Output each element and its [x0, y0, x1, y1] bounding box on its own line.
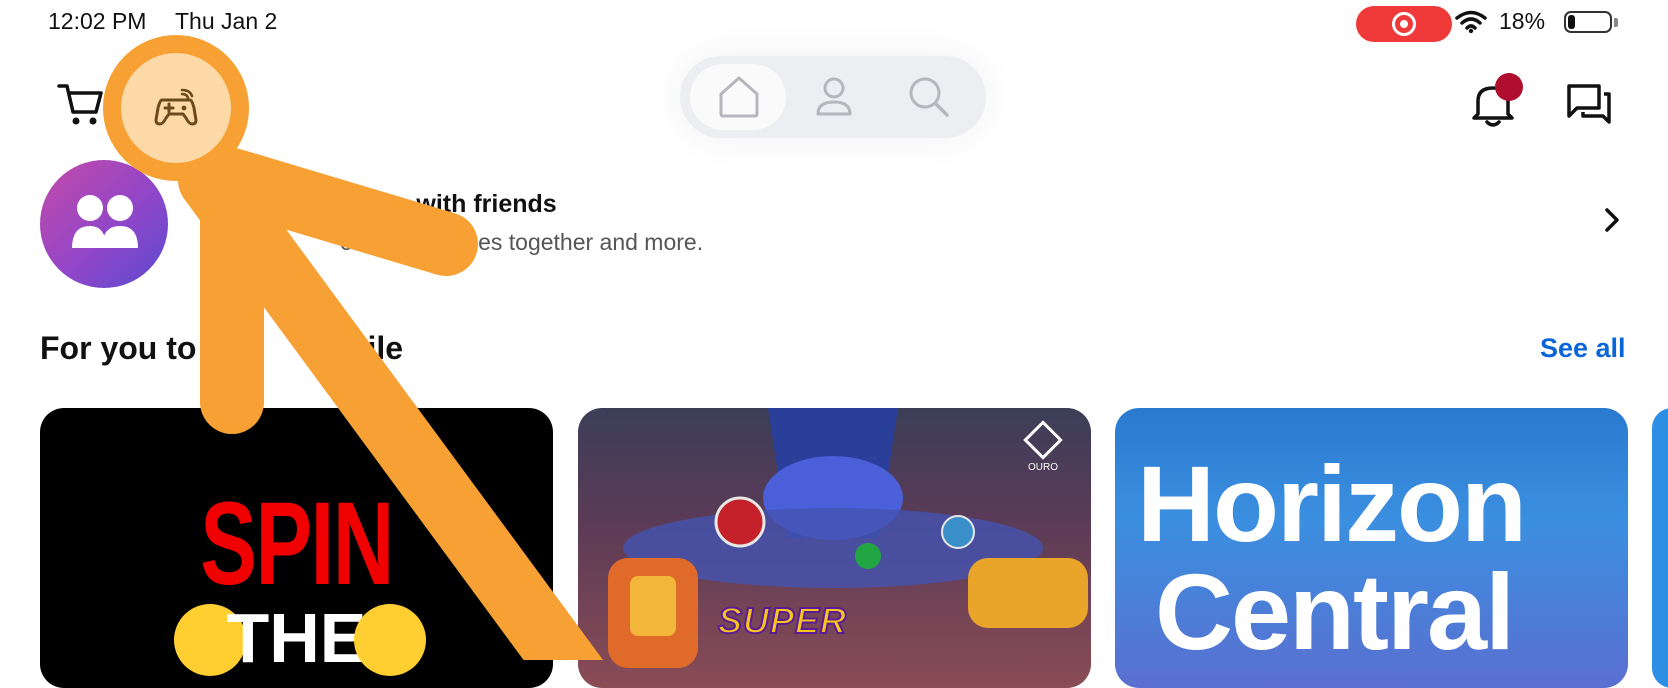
card-title: SUPER: [717, 599, 848, 642]
chevron-right-icon[interactable]: [1600, 205, 1624, 235]
card-title: SPIN: [200, 478, 394, 610]
notification-badge: [1495, 73, 1523, 101]
battery-percentage: 18%: [1499, 8, 1546, 34]
ouro-logo: OURO: [1015, 420, 1071, 480]
status-date: Thu Jan 2: [175, 8, 278, 34]
tears-of-joy-emoji-icon: [354, 604, 426, 676]
friends-avatar[interactable]: [40, 160, 168, 288]
section-title: For you to obile: [40, 330, 404, 366]
card-subtitle: THE: [226, 599, 367, 677]
chat-icon[interactable]: [1566, 82, 1612, 126]
banner-subtitle: out, play games together and more.: [340, 229, 704, 255]
banner-title: re fun with friends: [340, 190, 557, 218]
game-card-next[interactable]: [1652, 408, 1668, 688]
person-icon[interactable]: [812, 74, 856, 120]
see-all-link[interactable]: See all: [1540, 333, 1626, 364]
card-title: Horizon: [1137, 443, 1527, 564]
status-time: 12:02 PM: [48, 8, 147, 34]
card-subtitle: Central: [1155, 551, 1515, 672]
home-icon: [719, 76, 759, 118]
search-icon[interactable]: [906, 74, 952, 120]
game-card-super[interactable]: OURO SUPER: [578, 408, 1091, 688]
screen-recording-indicator[interactable]: [1356, 6, 1452, 42]
wifi-icon: [1455, 10, 1487, 34]
battery-icon: [1564, 11, 1612, 33]
game-card-spin[interactable]: SPIN THE: [40, 408, 553, 688]
game-controller-icon[interactable]: [152, 86, 200, 128]
game-card-horizon-central[interactable]: Horizon Central: [1115, 408, 1628, 688]
cart-icon[interactable]: [56, 80, 106, 128]
group-icon: [72, 195, 138, 248]
